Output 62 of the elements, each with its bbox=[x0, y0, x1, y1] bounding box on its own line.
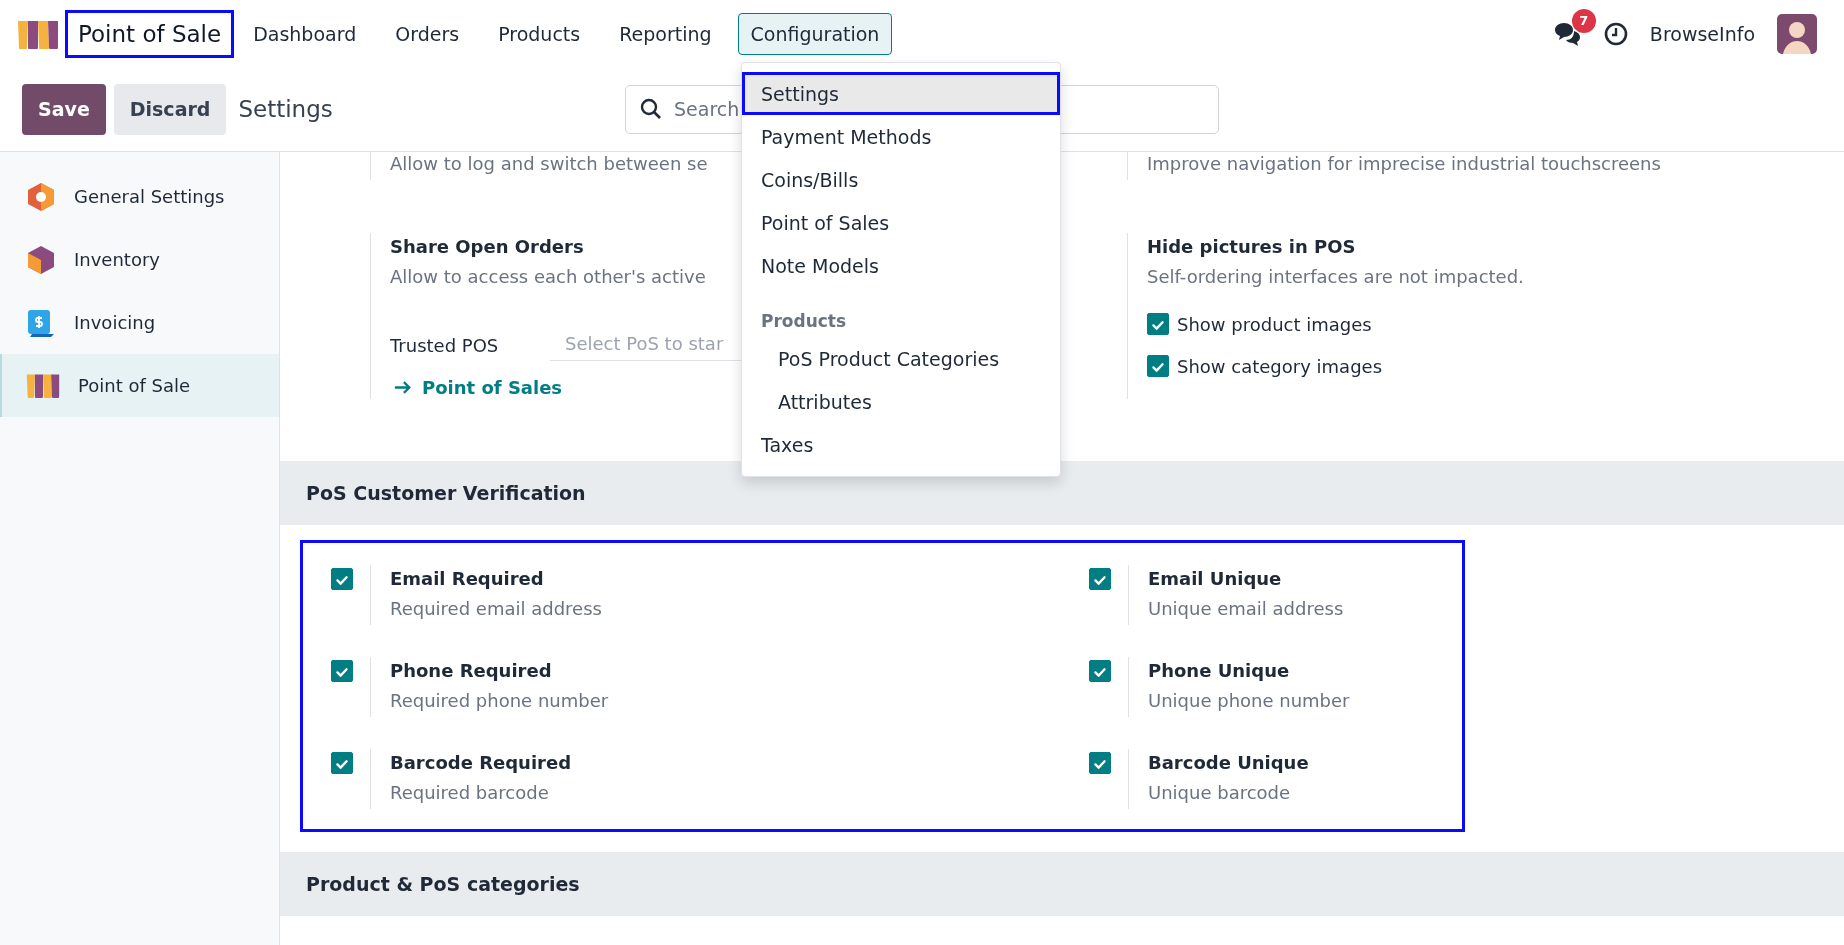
section-header: PoS Customer Verification bbox=[280, 461, 1844, 525]
menu-tab[interactable]: Reporting bbox=[606, 12, 725, 55]
setting-title: Phone Required bbox=[390, 659, 552, 683]
point-of-sales-link[interactable]: Point of Sales bbox=[394, 377, 563, 398]
menu-tab[interactable]: Orders bbox=[382, 12, 473, 55]
setting-description: Unique barcode bbox=[1148, 781, 1291, 805]
cube-icon bbox=[26, 244, 56, 275]
sidebar-item[interactable]: Point of Sale bbox=[0, 354, 279, 417]
sidebar-item[interactable]: General Settings bbox=[0, 165, 279, 228]
arrow-icon bbox=[394, 380, 412, 395]
save-button[interactable]: Save bbox=[22, 83, 106, 135]
field-label: Trusted POS bbox=[390, 334, 500, 356]
setting-description: Allow to log and switch between se bbox=[390, 152, 708, 176]
setting-title: Barcode Required bbox=[390, 751, 572, 775]
clock-icon[interactable] bbox=[1603, 21, 1628, 46]
checkbox[interactable] bbox=[1147, 313, 1169, 335]
checkbox[interactable] bbox=[1089, 568, 1111, 590]
menu-item[interactable]: Point of Sales bbox=[742, 201, 1060, 244]
avatar-icon[interactable] bbox=[1777, 13, 1817, 54]
menu-tab[interactable]: Dashboard bbox=[240, 12, 370, 55]
setting-title: Barcode Unique bbox=[1148, 751, 1309, 775]
checkbox-label: Show product images bbox=[1177, 313, 1372, 335]
menu-item[interactable]: Coins/Bills bbox=[742, 158, 1060, 201]
setting-title: Phone Unique bbox=[1148, 659, 1290, 683]
checkbox-label: Show category images bbox=[1177, 355, 1382, 377]
setting-description: Required barcode bbox=[390, 781, 549, 805]
setting-description: Allow to access each other's active bbox=[390, 265, 706, 289]
setting-description: Required phone number bbox=[390, 689, 609, 713]
sidebar-item[interactable]: Inventory bbox=[0, 228, 279, 291]
search-icon bbox=[640, 98, 662, 120]
setting-description: Self-ordering interfaces are not impacted. bbox=[1147, 265, 1524, 289]
menu-tab[interactable]: Configuration bbox=[737, 12, 893, 55]
setting-title: Hide pictures in POS bbox=[1147, 235, 1356, 259]
checkbox[interactable] bbox=[331, 660, 353, 682]
setting-description: Unique email address bbox=[1148, 597, 1344, 621]
sidebar-item[interactable]: Invoicing bbox=[0, 291, 279, 354]
app-name[interactable]: Point of Sale bbox=[65, 9, 235, 58]
checkbox[interactable] bbox=[331, 752, 353, 774]
setting-title: Email Unique bbox=[1148, 567, 1282, 591]
awning-icon bbox=[26, 373, 60, 398]
discard-button[interactable]: Discard bbox=[113, 83, 227, 135]
menu-item[interactable]: Settings bbox=[742, 72, 1060, 115]
hexagon-icon bbox=[26, 181, 56, 212]
awning-icon bbox=[17, 18, 59, 49]
page-title: Settings bbox=[238, 96, 333, 122]
setting-title: Email Required bbox=[390, 567, 544, 591]
setting-description: Unique phone number bbox=[1148, 689, 1350, 713]
setting-title: Share Open Orders bbox=[390, 235, 584, 259]
checkbox[interactable] bbox=[1147, 355, 1169, 377]
checkbox[interactable] bbox=[331, 568, 353, 590]
menu-tab[interactable]: Products bbox=[485, 12, 594, 55]
notification-badge: 7 bbox=[1571, 8, 1596, 33]
user-name[interactable]: BrowseInfo bbox=[1649, 22, 1755, 45]
checkbox[interactable] bbox=[1089, 752, 1111, 774]
setting-description: Required email address bbox=[390, 597, 602, 621]
menu-item[interactable]: Note Models bbox=[742, 244, 1060, 287]
invoice-icon bbox=[26, 307, 56, 338]
section-header: Product & PoS categories bbox=[280, 852, 1844, 916]
checkbox[interactable] bbox=[1089, 660, 1111, 682]
menu-item[interactable]: Attributes bbox=[742, 380, 1060, 423]
setting-description: Improve navigation for imprecise industrial touchscreens bbox=[1147, 152, 1661, 176]
menu-item[interactable]: Payment Methods bbox=[742, 115, 1060, 158]
